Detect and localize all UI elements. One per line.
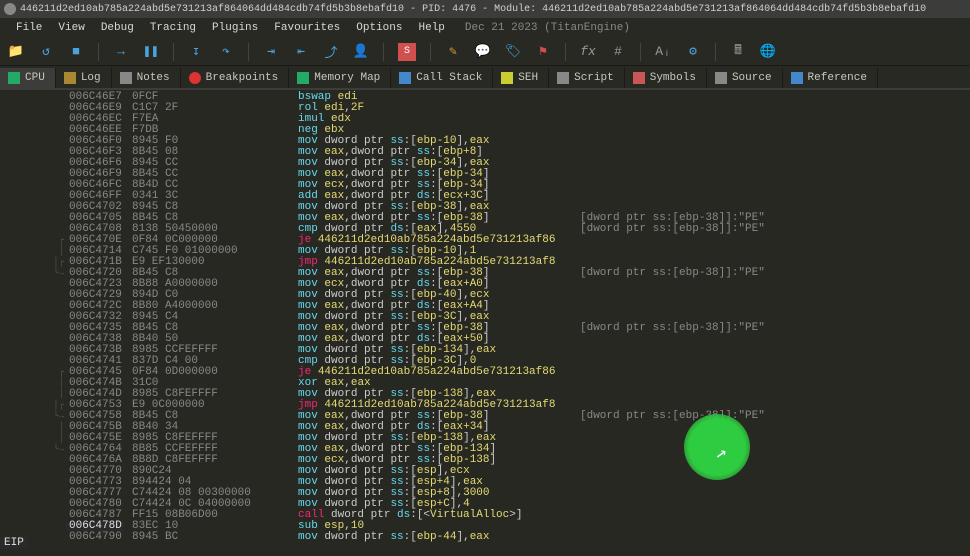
eip-label: EIP: [0, 537, 28, 549]
symbols-icon: [633, 72, 645, 84]
font-icon[interactable]: Aᵢ: [655, 44, 671, 60]
scylla-icon[interactable]: S: [398, 43, 416, 61]
menu-file[interactable]: File: [8, 22, 50, 34]
tab-call-stack[interactable]: Call Stack: [391, 68, 493, 88]
tab-memory-map[interactable]: Memory Map: [289, 68, 391, 88]
open-folder-icon[interactable]: 📁: [8, 44, 24, 60]
window-title: 446211d2ed10ab785a224abd5e731213af864064…: [20, 4, 926, 15]
tab-symbols[interactable]: Symbols: [625, 68, 707, 88]
bookmark-icon[interactable]: ⚑: [535, 44, 551, 60]
run-to-user-icon[interactable]: 👤: [353, 44, 369, 60]
menu-plugins[interactable]: Plugins: [204, 22, 266, 34]
menu-debug[interactable]: Debug: [93, 22, 142, 34]
build-date: Dec 21 2023 (TitanEngine): [453, 22, 638, 34]
comment-icon[interactable]: 💬: [475, 44, 491, 60]
cpu-icon: [8, 72, 20, 84]
restart-icon[interactable]: ↺: [38, 44, 54, 60]
disasm-row[interactable]: 006C47908945 BCmov dword ptr ss:[ebp-44]…: [0, 532, 970, 543]
memmap-icon: [297, 72, 309, 84]
run-icon[interactable]: →: [113, 44, 129, 60]
toolbar: 📁 ↺ ■ → ❚❚ ↧ ↷ ⇥ ⇤ ⤴ 👤 S ✎ 💬 🏷 ⚑ fx # Aᵢ…: [0, 38, 970, 66]
run-to-ret-icon[interactable]: ⤴: [323, 44, 339, 60]
globe-icon[interactable]: 🌐: [760, 44, 776, 60]
label-icon[interactable]: 🏷: [505, 44, 521, 60]
patch-icon[interactable]: ✎: [445, 44, 461, 60]
settings-icon[interactable]: ⚙: [685, 44, 701, 60]
menu-tracing[interactable]: Tracing: [142, 22, 204, 34]
hash-icon[interactable]: #: [610, 44, 626, 60]
script-icon: [557, 72, 569, 84]
tab-notes[interactable]: Notes: [112, 68, 181, 88]
fx-icon[interactable]: fx: [580, 44, 596, 60]
menu-favourites[interactable]: Favourites: [266, 22, 348, 34]
titlebar: 446211d2ed10ab785a224abd5e731213af864064…: [0, 0, 970, 18]
app-icon: [4, 3, 16, 15]
source-icon: [715, 72, 727, 84]
tab-script[interactable]: Script: [549, 68, 625, 88]
tab-references[interactable]: Reference: [783, 68, 878, 88]
disassembly-view[interactable]: 006C46E70FCFbswap edi006C46E9C1C7 2Frol …: [0, 90, 970, 543]
seh-icon: [501, 72, 513, 84]
stop-icon[interactable]: ■: [68, 44, 84, 60]
tab-log[interactable]: Log: [56, 68, 112, 88]
tab-source[interactable]: Source: [707, 68, 783, 88]
menubar: File View Debug Tracing Plugins Favourit…: [0, 18, 970, 38]
menu-help[interactable]: Help: [411, 22, 453, 34]
step-into-icon[interactable]: ↧: [188, 44, 204, 60]
menu-view[interactable]: View: [50, 22, 92, 34]
calculator-icon[interactable]: 🖩: [730, 44, 746, 60]
callstack-icon: [399, 72, 411, 84]
breakpoint-icon: [189, 72, 201, 84]
ref-icon: [791, 72, 803, 84]
tab-seh[interactable]: SEH: [493, 68, 549, 88]
menu-options[interactable]: Options: [348, 22, 410, 34]
trace-into-icon[interactable]: ⇥: [263, 44, 279, 60]
tabs: CPU Log Notes Breakpoints Memory Map Cal…: [0, 66, 970, 90]
log-icon: [64, 72, 76, 84]
pause-icon[interactable]: ❚❚: [143, 44, 159, 60]
tab-breakpoints[interactable]: Breakpoints: [181, 68, 290, 88]
tab-cpu[interactable]: CPU: [0, 68, 56, 88]
notes-icon: [120, 72, 132, 84]
trace-over-icon[interactable]: ⇤: [293, 44, 309, 60]
step-over-icon[interactable]: ↷: [218, 44, 234, 60]
